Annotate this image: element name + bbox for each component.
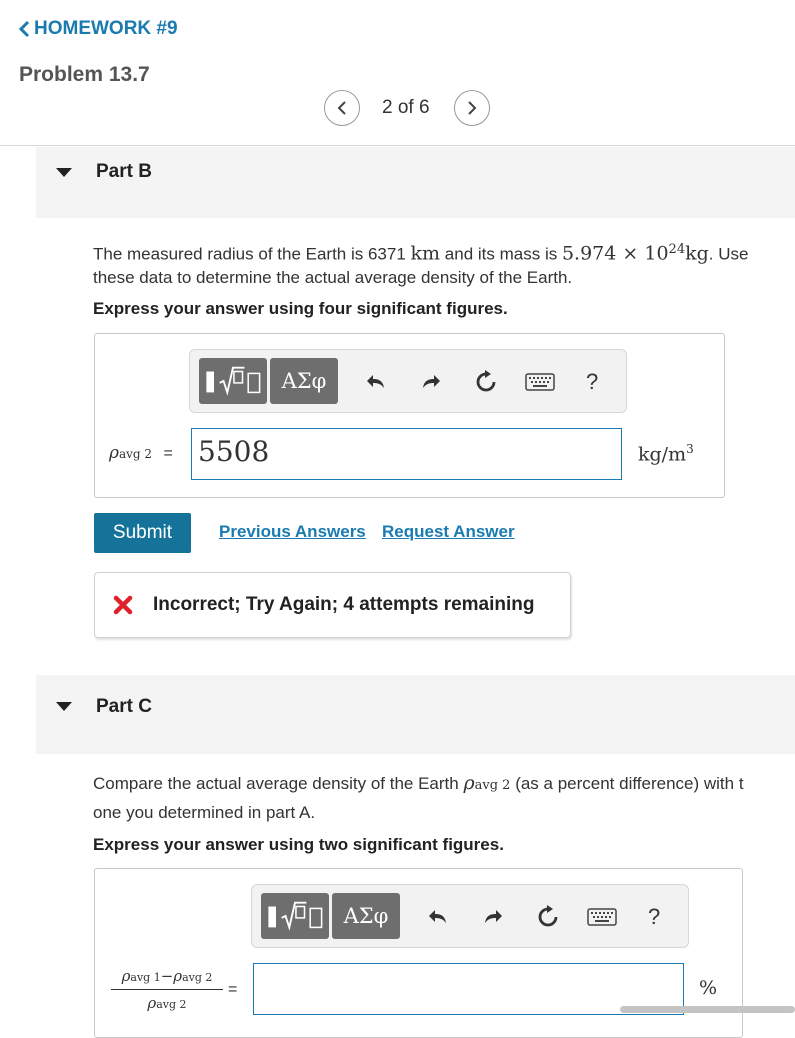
prompt-math: 5.974 × 10 — [561, 242, 669, 265]
rho-symbol: ρ — [109, 443, 119, 463]
rho-subscript: avg 1 — [130, 971, 161, 984]
part-b-answer-input[interactable]: 5508 — [191, 428, 622, 480]
part-b-header[interactable]: Part B — [36, 147, 795, 218]
horizontal-scrollbar[interactable] — [620, 1006, 795, 1013]
equals-sign: = — [163, 445, 173, 462]
templates-button[interactable] — [199, 358, 267, 404]
fraction-label: ρavg 1−ρavg 2 ρavg 2 — [111, 967, 223, 1012]
chevron-left-icon — [337, 101, 346, 115]
previous-problem-button[interactable] — [324, 90, 360, 126]
part-b-math-toolbar: ΑΣφ ? — [189, 349, 627, 413]
redo-icon[interactable] — [419, 370, 443, 394]
part-c-prompt: Compare the actual average density of th… — [93, 770, 793, 826]
request-answer-link[interactable]: Request Answer — [382, 522, 515, 542]
unit-exponent: 3 — [686, 442, 694, 456]
prompt-text: The measured radius of the Earth is 6371 — [93, 244, 406, 264]
redo-icon[interactable] — [481, 905, 505, 929]
error-x-icon — [113, 595, 133, 615]
minus-sign: − — [160, 967, 174, 985]
variable-label: ρavg 2 = — [109, 443, 173, 463]
prompt-text: . Use — [708, 244, 749, 264]
part-b-instruction: Express your answer using four significa… — [93, 299, 508, 318]
previous-answers-link[interactable]: Previous Answers — [219, 522, 366, 542]
fraction-numerator: ρavg 1−ρavg 2 — [111, 967, 223, 985]
prompt-math-exponent: 24 — [668, 242, 686, 257]
keyboard-icon[interactable] — [587, 907, 617, 927]
help-button[interactable]: ? — [586, 369, 598, 395]
prompt-text: one you determined in part A. — [93, 803, 316, 822]
feedback-message: Incorrect; Try Again; 4 attempts remaini… — [94, 572, 571, 638]
unit-text: kg/m — [638, 443, 687, 466]
part-b-label: Part B — [96, 161, 152, 182]
next-problem-button[interactable] — [454, 90, 490, 126]
equals-sign: = — [228, 981, 238, 998]
rho-subscript: avg 2 — [156, 998, 187, 1011]
greek-symbols-label: ΑΣφ — [343, 904, 389, 928]
part-c-label: Part C — [96, 696, 152, 717]
reset-icon[interactable] — [474, 370, 498, 394]
prompt-text: (as a percent difference) with t — [515, 774, 744, 793]
fraction-root-icon — [268, 901, 323, 931]
rho-symbol: ρ — [463, 772, 475, 794]
part-b-answer-box: ΑΣφ ? ρavg 2 = 5508 kg/m3 — [94, 333, 725, 498]
rho-symbol: ρ — [147, 994, 157, 1012]
rho-subscript: avg 2 — [474, 778, 511, 793]
part-b-prompt: The measured radius of the Earth is 6371… — [93, 238, 793, 289]
greek-symbols-button[interactable]: ΑΣφ — [270, 358, 338, 404]
rho-subscript: avg 2 — [182, 971, 213, 984]
greek-symbols-label: ΑΣφ — [281, 369, 327, 393]
prompt-text: and its mass is — [444, 244, 558, 264]
chevron-left-icon — [18, 20, 30, 38]
chevron-right-icon — [468, 101, 477, 115]
fraction-root-icon — [206, 366, 261, 396]
part-c-math-toolbar: ΑΣφ ? — [251, 884, 689, 948]
part-c-header[interactable]: Part C — [36, 675, 795, 754]
fraction-denominator: ρavg 2 — [111, 994, 223, 1012]
rho-symbol: ρ — [173, 967, 183, 985]
prompt-text: Compare the actual average density of th… — [93, 774, 459, 793]
header-divider — [0, 145, 795, 146]
pager-text: 2 of 6 — [382, 97, 430, 118]
rho-subscript: avg 2 — [119, 447, 153, 461]
back-link-label: HOMEWORK #9 — [34, 18, 178, 39]
part-b-unit: kg/m3 — [638, 442, 694, 465]
back-to-homework-link[interactable]: HOMEWORK #9 — [18, 18, 178, 40]
caret-down-icon — [56, 168, 72, 177]
feedback-text: Incorrect; Try Again; 4 attempts remaini… — [153, 594, 535, 615]
problem-title: Problem 13.7 — [19, 63, 150, 86]
templates-button[interactable] — [261, 893, 329, 939]
fraction-bar — [111, 989, 223, 990]
undo-icon[interactable] — [426, 905, 450, 929]
caret-down-icon — [56, 702, 72, 711]
prompt-math: kg — [685, 242, 709, 265]
keyboard-icon[interactable] — [525, 372, 555, 392]
prompt-text: these data to determine the actual avera… — [93, 267, 573, 287]
reset-icon[interactable] — [536, 905, 560, 929]
part-c-unit: % — [699, 977, 718, 999]
undo-icon[interactable] — [364, 370, 388, 394]
help-button[interactable]: ? — [648, 904, 660, 930]
greek-symbols-button[interactable]: ΑΣφ — [332, 893, 400, 939]
prompt-math: km — [410, 242, 441, 265]
part-c-instruction: Express your answer using two significan… — [93, 835, 504, 854]
submit-button[interactable]: Submit — [94, 513, 191, 553]
